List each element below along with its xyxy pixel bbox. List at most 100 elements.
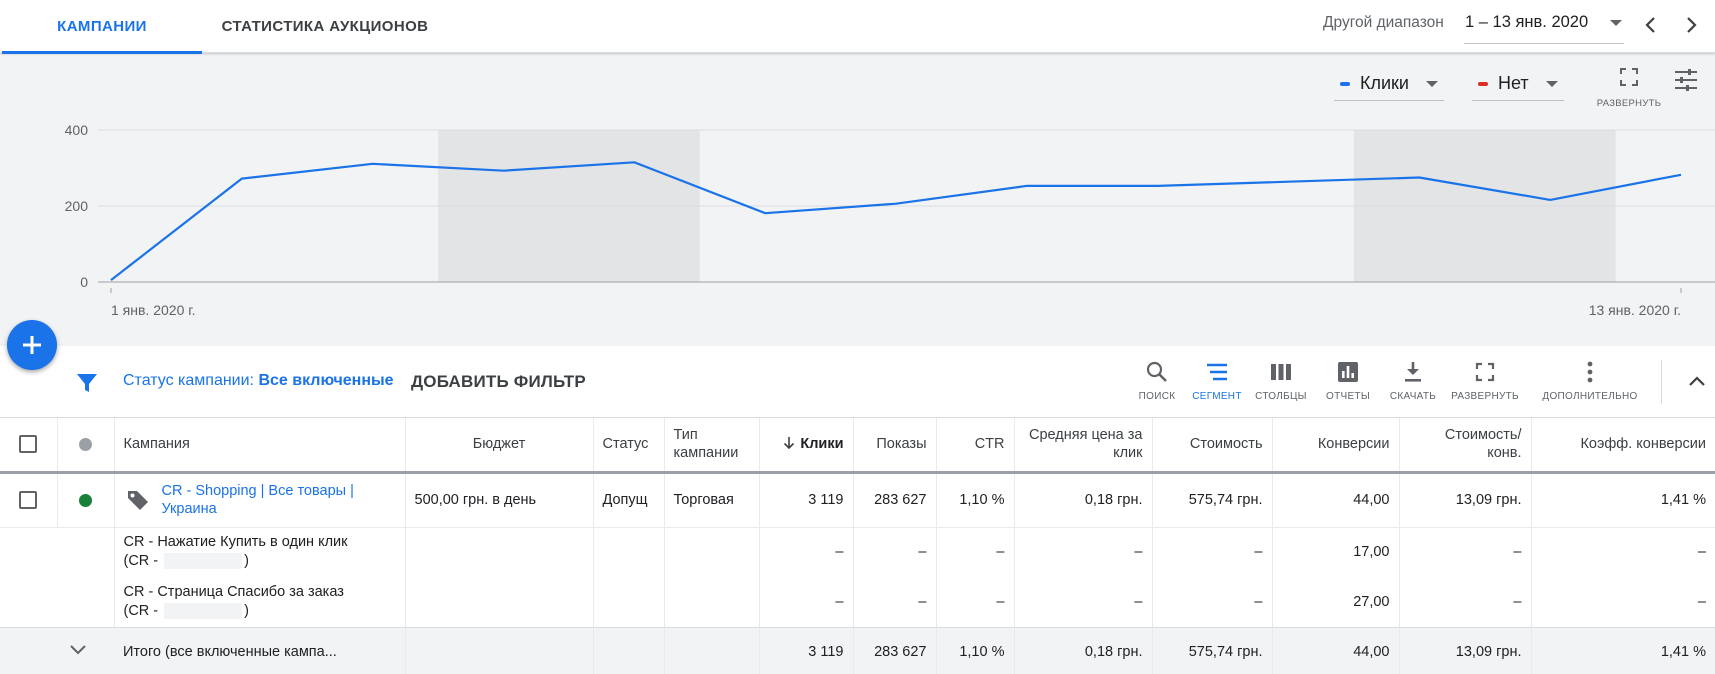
chevron-up-icon[interactable]: [1688, 374, 1706, 388]
add-filter-button[interactable]: ДОБАВИТЬ ФИЛЬТР: [411, 372, 586, 392]
shopping-tag-icon: [127, 491, 148, 510]
date-range-underline: [1464, 43, 1624, 44]
column-header-budget[interactable]: Бюджет: [405, 418, 594, 474]
conversion-action-prefix: (CR -: [123, 553, 159, 570]
conversions-cell: 44,00: [1272, 472, 1400, 528]
budget-cell[interactable]: 500,00 грн. в день: [405, 472, 594, 528]
arrow-down-icon: [784, 437, 795, 450]
column-header-impressions[interactable]: Показы: [853, 418, 937, 474]
next-period-button[interactable]: [1676, 10, 1706, 40]
ctr-cell: –: [936, 577, 1015, 628]
conv-rate-cell: –: [1531, 577, 1715, 628]
ctr-cell: 1,10 %: [936, 472, 1015, 528]
status-filter-icon[interactable]: [79, 437, 92, 451]
cost-per-conv-cell: –: [1399, 577, 1532, 628]
conv-rate-cell: 1,41 %: [1531, 472, 1715, 528]
redacted-text: [164, 602, 243, 619]
conversion-segment-row: CR - Страница Спасибо за заказ (CR - ) – …: [0, 577, 1715, 628]
tab-campaigns[interactable]: КАМПАНИИ: [2, 0, 202, 54]
status-enabled-icon[interactable]: [79, 493, 92, 507]
y-tick-label: 200: [65, 198, 89, 214]
search-icon: [1146, 361, 1167, 382]
column-header-cost-per-conv[interactable]: Стоимость/ конв.: [1399, 418, 1532, 474]
chevron-down-icon[interactable]: [69, 644, 87, 656]
chevron-right-icon: [1687, 17, 1697, 33]
column-header-type[interactable]: Тип кампании: [664, 418, 760, 474]
date-range-dropdown-icon[interactable]: [1610, 20, 1622, 26]
table-row: CR - Shopping | Все товары | Украина 500…: [0, 472, 1715, 528]
reports-label: ОТЧЕТЫ: [1326, 391, 1370, 402]
more-button[interactable]: ДОПОЛНИТЕЛЬНО: [1540, 360, 1640, 402]
empty-cell: [405, 627, 594, 674]
conversion-action-name: CR - Страница Спасибо за заказ (CR - ): [114, 577, 406, 628]
empty-cell: [405, 577, 594, 628]
download-button[interactable]: СКАЧАТЬ: [1378, 360, 1448, 402]
cost-cell: 575,74 грн.: [1152, 472, 1273, 528]
total-conversions-cell: 44,00: [1272, 627, 1400, 674]
empty-cell: [664, 627, 760, 674]
campaign-status-filter[interactable]: Статус кампании: Все включенные: [123, 372, 394, 390]
column-header-conversions[interactable]: Конверсии: [1272, 418, 1400, 474]
tab-auction-insights[interactable]: СТАТИСТИКА АУКЦИОНОВ: [220, 0, 430, 53]
avg-cpc-cell: 0,18 грн.: [1014, 472, 1153, 528]
expand-table-label: РАЗВЕРНУТЬ: [1451, 391, 1519, 402]
empty-cell: [405, 527, 594, 577]
bar-chart-icon: [1338, 362, 1358, 382]
row-status-cell: [57, 472, 115, 528]
conversion-action-name: CR - Нажатие Купить в один клик (CR - ): [114, 527, 406, 577]
column-header-campaign[interactable]: Кампания: [114, 418, 406, 474]
status-cell: Допущ: [593, 472, 665, 528]
chevron-left-icon: [1645, 17, 1655, 33]
cost-per-conv-cell: 13,09 грн.: [1399, 472, 1532, 528]
download-icon: [1405, 362, 1421, 382]
column-header-ctr[interactable]: CTR: [936, 418, 1015, 474]
filter-label: Статус кампании:: [123, 372, 259, 389]
table-header-row: Кампания Бюджет Статус Тип кампании Клик…: [0, 418, 1715, 474]
date-range-select[interactable]: 1 – 13 янв. 2020: [1465, 13, 1588, 32]
create-campaign-button[interactable]: [7, 320, 57, 370]
previous-period-button[interactable]: [1636, 10, 1666, 40]
conversion-action-suffix: ): [244, 553, 250, 570]
column-header-conv-rate[interactable]: Коэфф. конверсии: [1531, 418, 1715, 474]
clicks-line-chart: 0 200 400 1 янв. 2020 г. 13 янв. 2020 г.: [65, 122, 1715, 318]
table-toolbar: Статус кампании: Все включенные ДОБАВИТЬ…: [0, 346, 1715, 418]
segment-button[interactable]: СЕГМЕНТ: [1182, 360, 1252, 402]
more-label: ДОПОЛНИТЕЛЬНО: [1542, 391, 1638, 402]
filter-icon[interactable]: [76, 372, 98, 394]
empty-cell: [593, 627, 665, 674]
total-ctr-cell: 1,10 %: [936, 627, 1015, 674]
y-tick-label: 400: [65, 122, 89, 138]
expand-table-button[interactable]: РАЗВЕРНУТЬ: [1450, 360, 1520, 402]
clicks-cell: –: [759, 577, 854, 628]
empty-cell: [593, 577, 665, 628]
filter-value: Все включенные: [258, 372, 394, 389]
impressions-cell: –: [853, 527, 937, 577]
conversion-segment-row: CR - Нажатие Купить в один клик (CR - ) –…: [0, 527, 1715, 577]
y-tick-label: 0: [80, 274, 88, 290]
column-header-cost[interactable]: Стоимость: [1152, 418, 1273, 474]
row-checkbox[interactable]: [19, 491, 38, 509]
select-all-checkbox[interactable]: [19, 435, 38, 454]
avg-cpc-cell: –: [1014, 527, 1153, 577]
empty-cell: [57, 527, 115, 577]
empty-cell: [664, 527, 760, 577]
column-header-clicks[interactable]: Клики: [759, 418, 854, 474]
cost-cell: –: [1152, 527, 1273, 577]
total-avg-cpc-cell: 0,18 грн.: [1014, 627, 1153, 674]
total-cost-cell: 575,74 грн.: [1152, 627, 1273, 674]
empty-cell: [0, 577, 57, 628]
campaigns-table: Кампания Бюджет Статус Тип кампании Клик…: [0, 418, 1715, 674]
clicks-cell: –: [759, 527, 854, 577]
impressions-cell: –: [853, 577, 937, 628]
campaign-name-link[interactable]: CR - Shopping | Все товары | Украина: [162, 482, 396, 518]
columns-button[interactable]: СТОЛБЦЫ: [1246, 360, 1316, 402]
reports-button[interactable]: ОТЧЕТЫ: [1313, 360, 1383, 402]
total-expand-cell: [0, 627, 86, 674]
column-header-status[interactable]: Статус: [593, 418, 665, 474]
empty-cell: [57, 577, 115, 628]
date-range-label: Другой диапазон: [1323, 14, 1444, 31]
fullscreen-icon: [1475, 362, 1495, 382]
x-start-label: 1 янв. 2020 г.: [111, 302, 196, 318]
x-end-label: 13 янв. 2020 г.: [1589, 302, 1681, 318]
column-header-avg-cpc[interactable]: Средняя цена за клик: [1014, 418, 1153, 474]
